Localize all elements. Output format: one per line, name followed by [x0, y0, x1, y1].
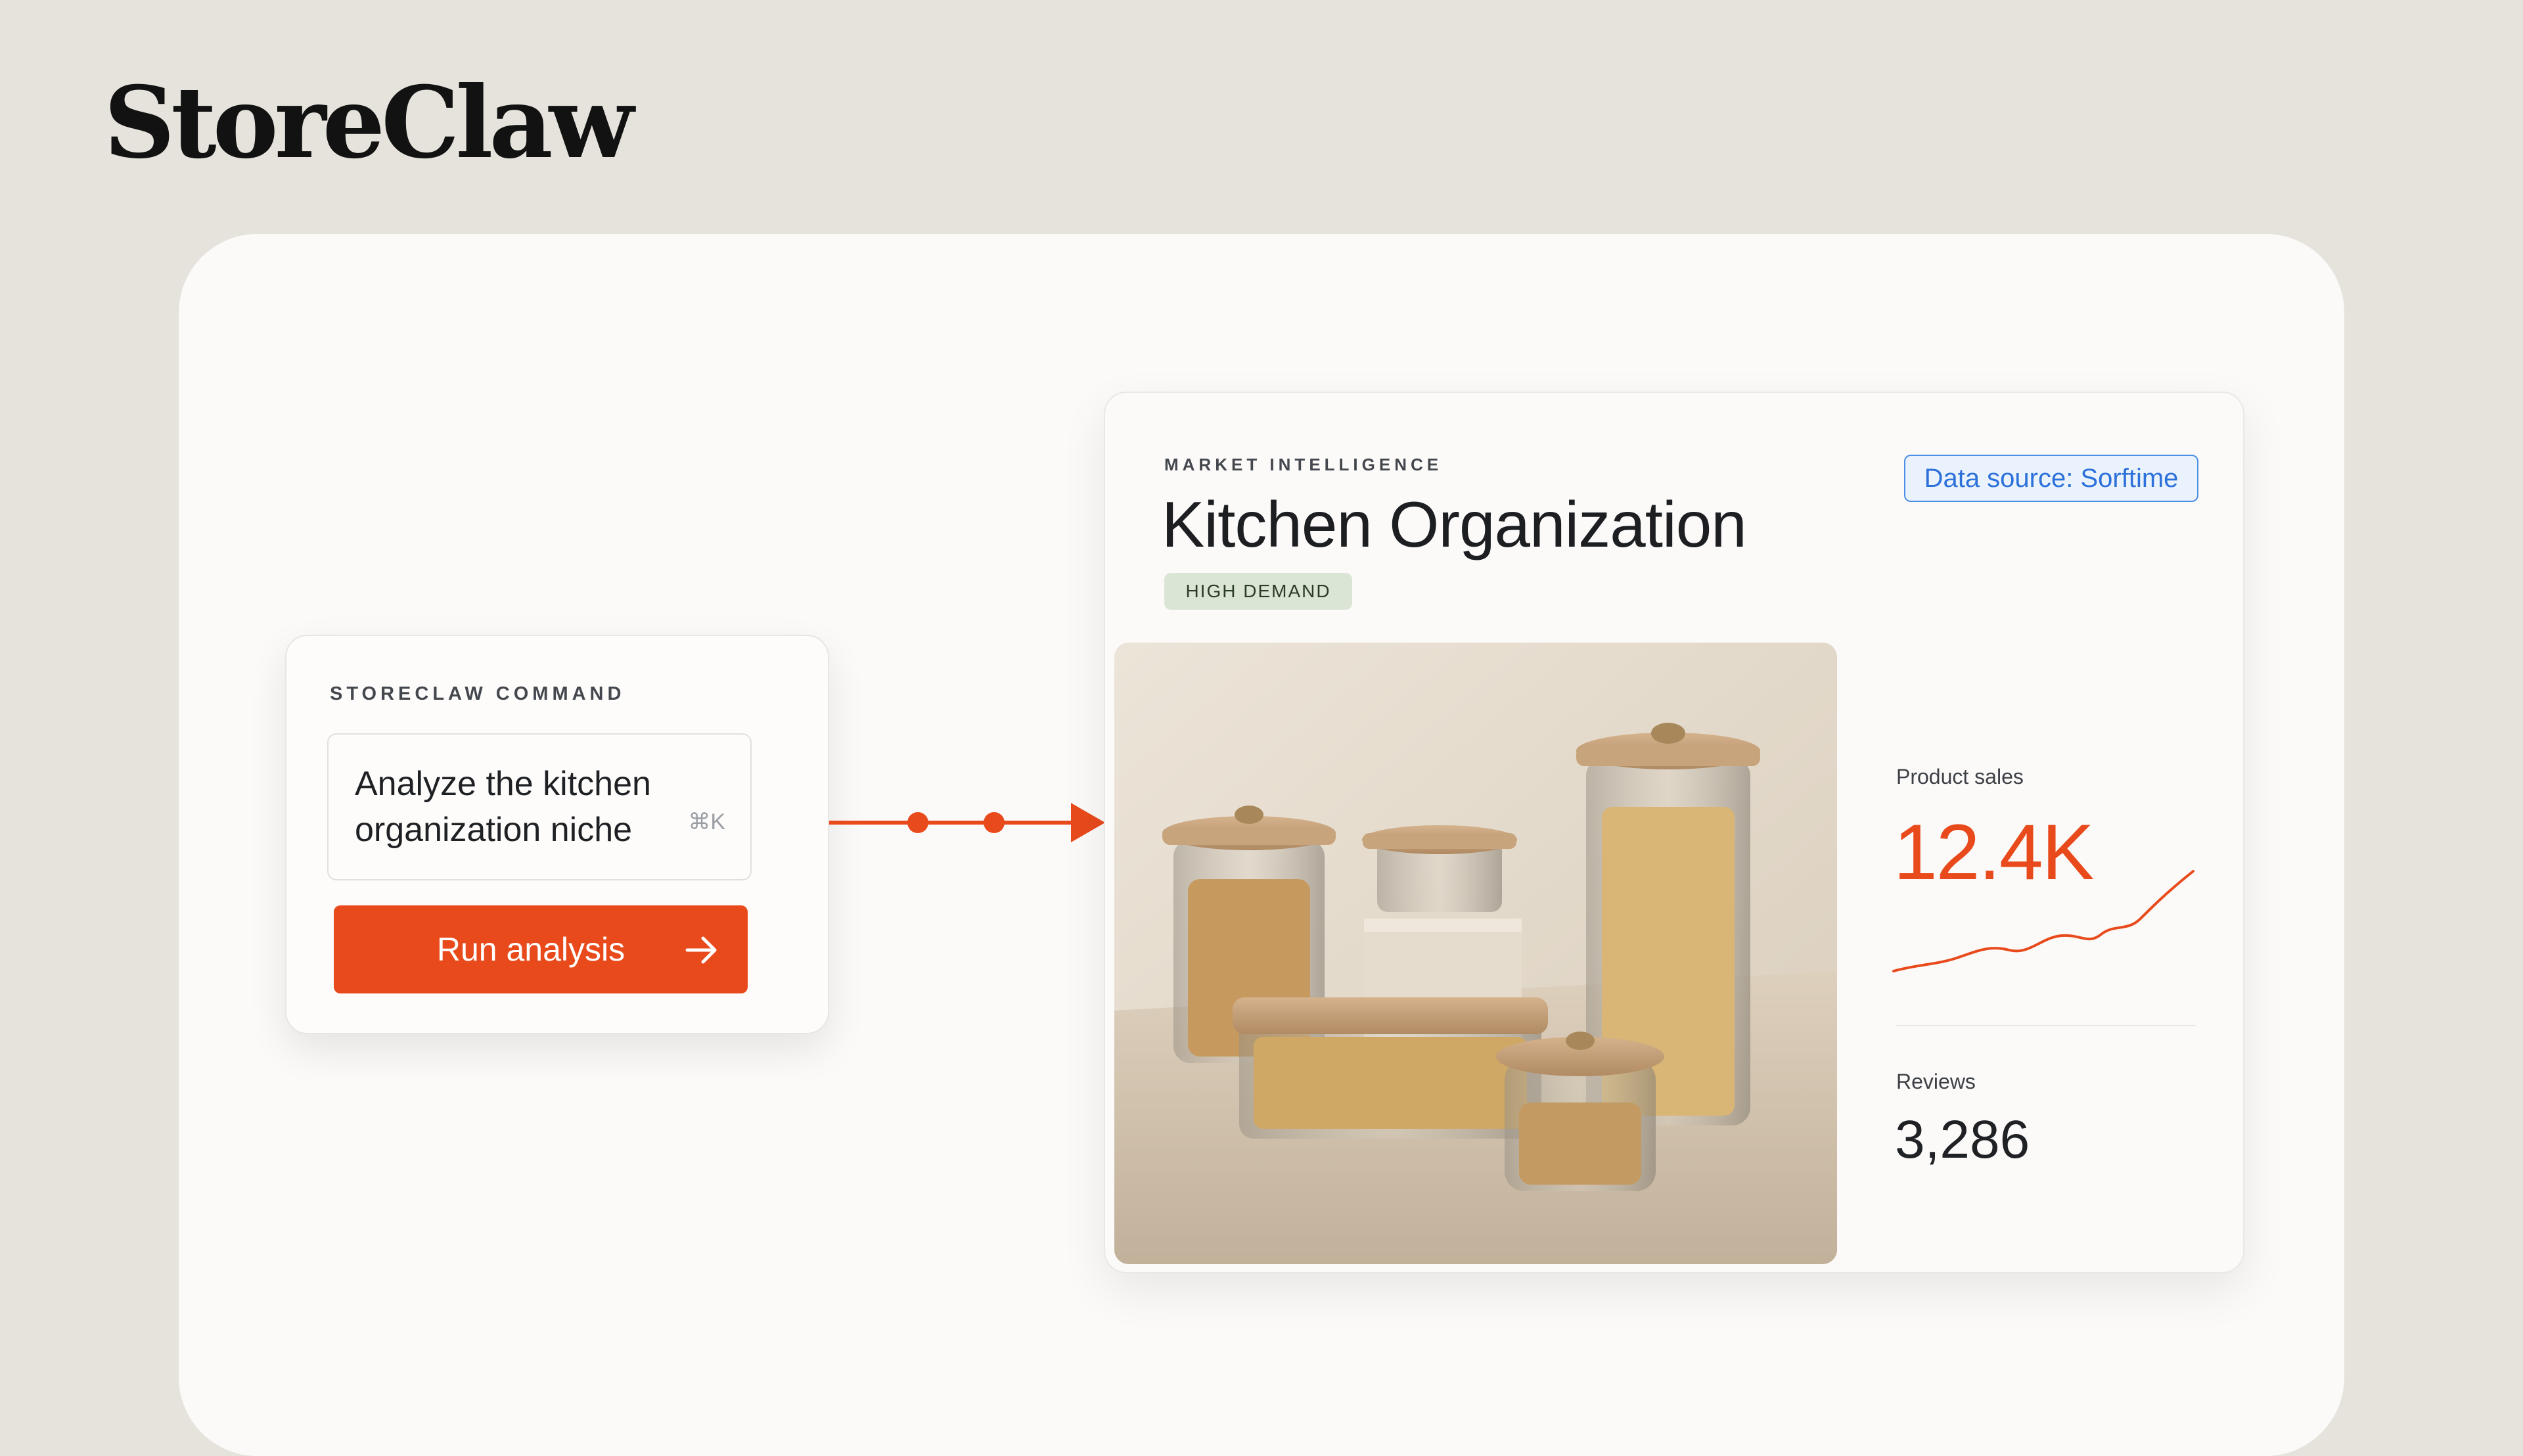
data-source-chip[interactable]: Data source: Sorftime [1904, 455, 2198, 502]
run-analysis-label: Run analysis [436, 931, 625, 968]
command-input-line2: organization niche [355, 811, 633, 849]
reviews-value: 3,286 [1895, 1110, 2030, 1170]
card-eyebrow: MARKET INTELLIGENCE [1164, 455, 1443, 474]
connector-dot-1 [907, 812, 928, 833]
storeclaw-logo: StoreClaw [104, 65, 634, 181]
run-analysis-button[interactable]: Run analysis [334, 905, 748, 993]
flow-connector [829, 803, 1105, 842]
demand-badge: HIGH DEMAND [1164, 573, 1352, 610]
reviews-label: Reviews [1896, 1070, 1976, 1093]
jar-illustration [1114, 643, 1837, 1264]
product-sales-label: Product sales [1896, 765, 2024, 788]
shortcut-hint: ⌘K [688, 809, 725, 834]
connector-arrowhead [1071, 803, 1105, 842]
command-input[interactable]: Analyze the kitchen organization niche ⌘… [327, 733, 752, 880]
command-input-line1: Analyze the kitchen [355, 765, 651, 803]
command-card-label: STORECLAW COMMAND [330, 683, 625, 704]
product-photo [1114, 643, 1837, 1264]
market-intelligence-card: MARKET INTELLIGENCE Kitchen Organization… [1104, 392, 2244, 1273]
command-card: STORECLAW COMMAND Analyze the kitchen or… [285, 635, 829, 1034]
sales-sparkline [1892, 870, 2194, 972]
connector-dot-2 [984, 812, 1005, 833]
stats-divider [1896, 1025, 2196, 1026]
niche-title: Kitchen Organization [1162, 488, 1747, 560]
arrow-right-icon [685, 936, 717, 964]
